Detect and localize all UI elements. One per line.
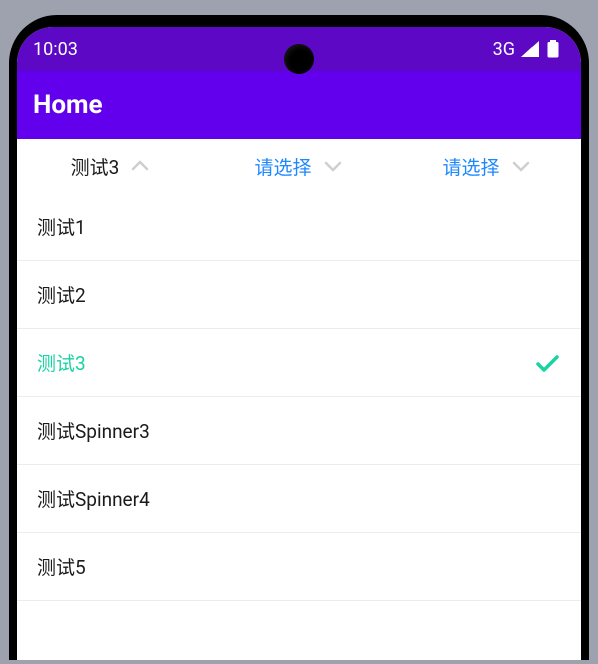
list-item-label: 测试Spinner3	[37, 417, 150, 444]
chevron-down-icon	[322, 155, 344, 177]
screen: 10:03 3G Home 测试3	[17, 27, 581, 660]
list-item[interactable]: 测试2	[17, 261, 581, 329]
list-item[interactable]: 测试5	[17, 533, 581, 601]
app-bar: Home	[17, 71, 581, 139]
phone-frame: 10:03 3G Home 测试3	[9, 15, 589, 660]
list-item-label: 测试2	[37, 281, 86, 308]
list-item-label: 测试3	[37, 349, 86, 376]
check-icon	[533, 349, 561, 377]
list-item-label: 测试5	[37, 553, 86, 580]
list-item[interactable]: 测试1	[17, 193, 581, 261]
filter-dropdown-3[interactable]: 请选择	[393, 153, 581, 180]
chevron-up-icon	[129, 155, 151, 177]
status-left: 10:03	[33, 39, 78, 60]
filter-dropdown-1[interactable]: 测试3	[17, 153, 205, 180]
filter-label: 请选择	[442, 153, 499, 180]
options-list: 测试1 测试2 测试3 测试Spinner3 测试Spinner4	[17, 193, 581, 601]
status-right: 3G	[493, 39, 559, 60]
signal-icon	[521, 41, 541, 57]
filter-dropdown-2[interactable]: 请选择	[205, 153, 393, 180]
list-item[interactable]: 测试Spinner3	[17, 397, 581, 465]
status-network: 3G	[493, 39, 515, 60]
chevron-down-icon	[510, 155, 532, 177]
filter-label: 请选择	[254, 153, 311, 180]
status-time: 10:03	[33, 39, 78, 60]
page-title: Home	[33, 90, 103, 120]
phone-inner: 10:03 3G Home 测试3	[13, 21, 585, 660]
list-item-label: 测试1	[37, 213, 86, 240]
filter-label: 测试3	[71, 153, 120, 180]
list-item[interactable]: 测试Spinner4	[17, 465, 581, 533]
camera-notch	[284, 44, 314, 74]
list-item-label: 测试Spinner4	[37, 485, 150, 512]
battery-icon	[547, 40, 559, 58]
list-item[interactable]: 测试3	[17, 329, 581, 397]
filter-row: 测试3 请选择 请选择	[17, 139, 581, 193]
